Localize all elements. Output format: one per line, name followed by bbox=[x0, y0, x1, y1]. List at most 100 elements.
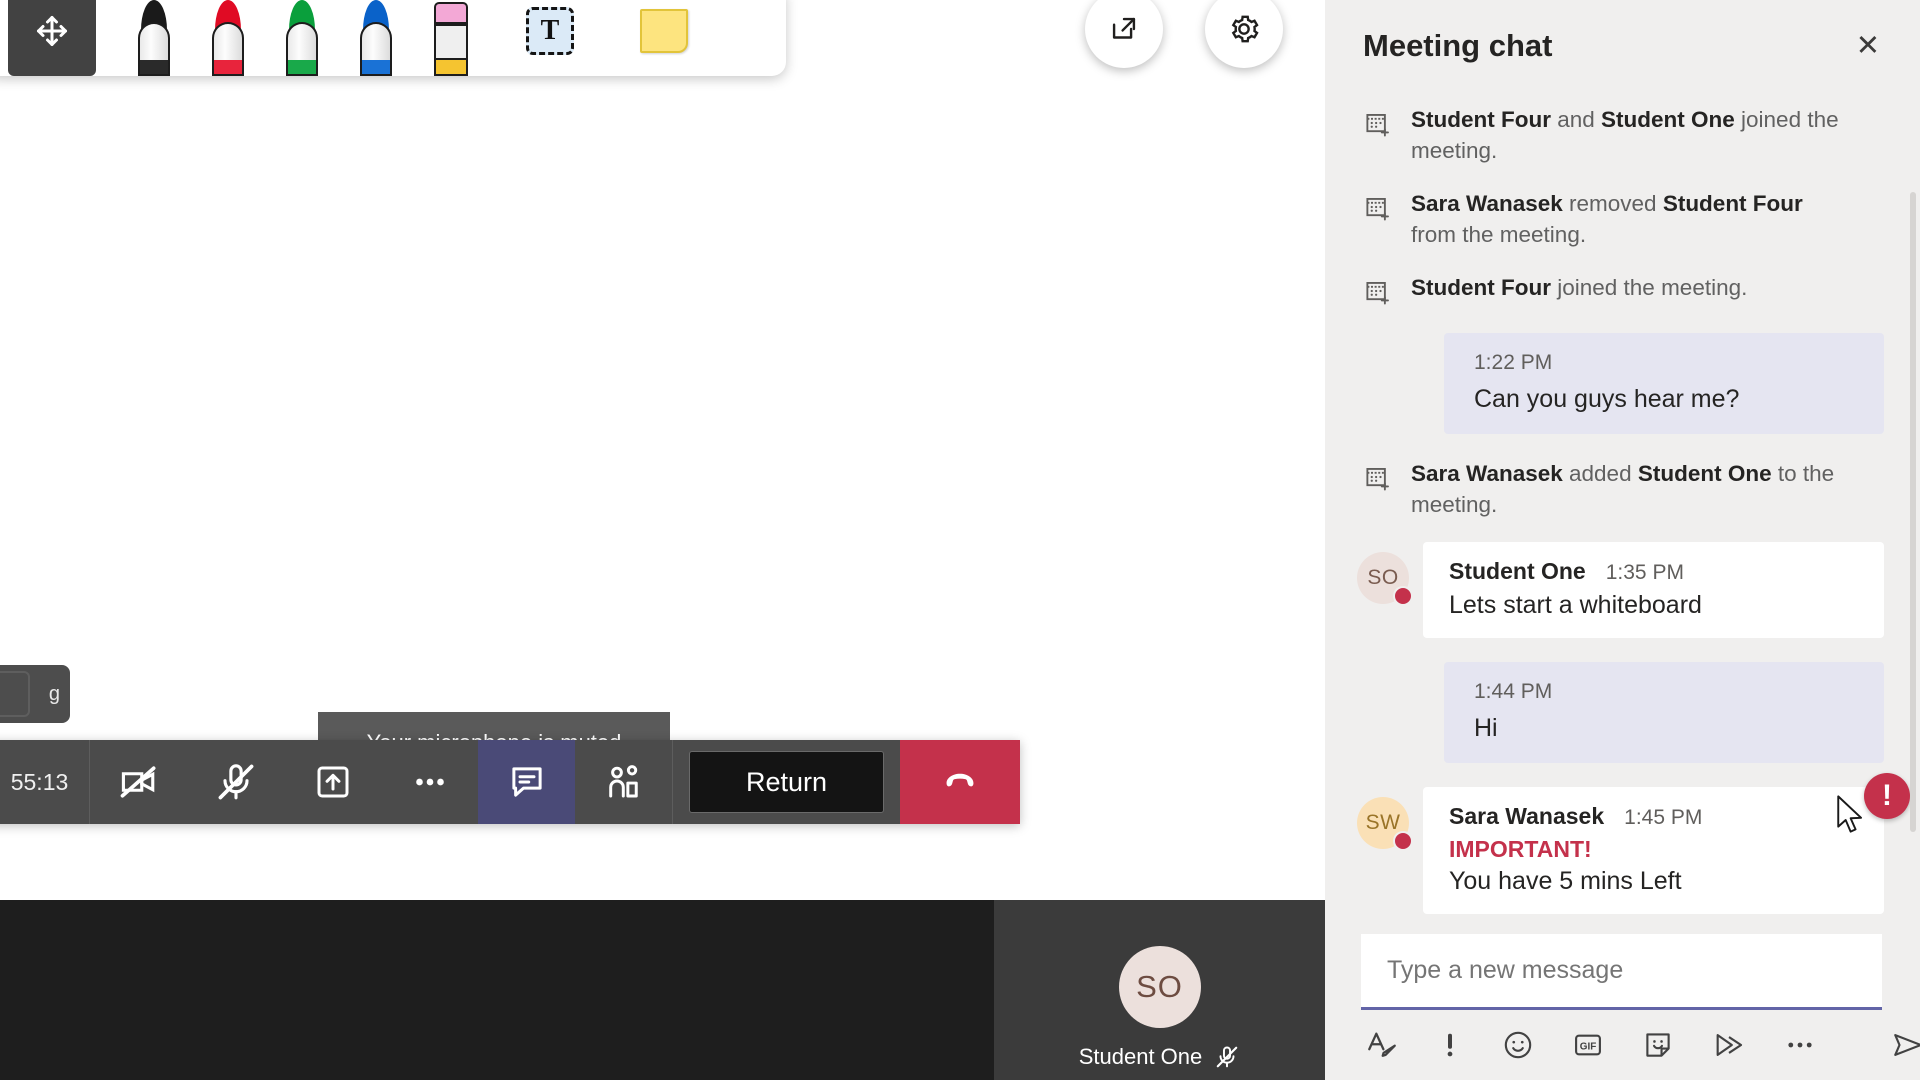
send-icon[interactable] bbox=[1889, 1028, 1920, 1062]
message-text: Can you guys hear me? bbox=[1474, 385, 1862, 414]
message-card: ! Sara Wanasek 1:45 PM IMPORTANT! You ha… bbox=[1423, 787, 1884, 914]
ellipsis-icon bbox=[409, 761, 451, 803]
format-icon[interactable] bbox=[1365, 1028, 1399, 1062]
video-empty-area bbox=[0, 900, 994, 1080]
calendar-add-icon bbox=[1363, 276, 1393, 311]
pen-green[interactable] bbox=[280, 0, 324, 76]
pen-black[interactable] bbox=[132, 0, 176, 76]
share-screen-icon bbox=[312, 761, 354, 803]
open-in-new-window-icon bbox=[1107, 12, 1141, 46]
chip-inner-border bbox=[0, 671, 30, 717]
list-item: Sara Wanasek removed Student Four from t… bbox=[1357, 188, 1884, 250]
mic-off-icon bbox=[1214, 1044, 1240, 1070]
system-message-text: Sara Wanasek added Student One to the me… bbox=[1411, 458, 1851, 520]
status-badge bbox=[1393, 831, 1413, 851]
eraser-tool[interactable] bbox=[428, 0, 474, 76]
avatar: SO bbox=[1119, 946, 1201, 1028]
mic-off-icon bbox=[214, 760, 258, 804]
status-badge bbox=[1393, 586, 1413, 606]
message-timestamp: 1:35 PM bbox=[1606, 561, 1684, 585]
people-icon bbox=[603, 761, 645, 803]
emoji-icon[interactable] bbox=[1501, 1028, 1535, 1062]
move-arrows-icon bbox=[34, 13, 70, 49]
calendar-add-icon bbox=[1363, 192, 1393, 250]
participant-tile-student-one[interactable]: SO Student One bbox=[994, 900, 1325, 1080]
message-timestamp: 1:22 PM bbox=[1474, 351, 1862, 375]
chat-message-list[interactable]: Student Four and Student One joined the … bbox=[1325, 92, 1920, 928]
composer-input-box[interactable] bbox=[1361, 934, 1882, 1010]
message-row-sara-wanasek[interactable]: SW ! Sara Wanasek 1:45 PM IMPORTANT! You… bbox=[1357, 787, 1884, 914]
hangup-phone-icon bbox=[934, 756, 986, 808]
page-title: Meeting chat bbox=[1363, 28, 1552, 64]
system-message-text: Student Four and Student One joined the … bbox=[1411, 104, 1851, 166]
chat-scrollbar[interactable] bbox=[1910, 192, 1916, 832]
chat-header: Meeting chat ✕ bbox=[1325, 0, 1920, 92]
settings-button[interactable] bbox=[1205, 0, 1283, 68]
return-button[interactable]: Return bbox=[689, 751, 884, 813]
select-move-tool[interactable] bbox=[8, 0, 96, 76]
system-message-text: Sara Wanasek removed Student Four from t… bbox=[1411, 188, 1851, 250]
sticky-note-tool[interactable] bbox=[640, 9, 688, 53]
calendar-add-icon bbox=[1363, 108, 1393, 166]
sticker-icon[interactable] bbox=[1641, 1028, 1675, 1062]
important-icon[interactable] bbox=[1435, 1028, 1465, 1062]
teams-meeting-window: T g Your microphone is muted bbox=[0, 0, 1920, 1080]
message-header: Student One 1:35 PM bbox=[1449, 558, 1862, 585]
important-icon: ! bbox=[1864, 773, 1910, 819]
camera-off-icon bbox=[117, 760, 161, 804]
praise-icon[interactable] bbox=[1711, 1028, 1747, 1062]
participant-name: Student One bbox=[1079, 1044, 1203, 1070]
message-header: Sara Wanasek 1:45 PM bbox=[1449, 803, 1862, 830]
message-card: Student One 1:35 PM Lets start a whitebo… bbox=[1423, 542, 1884, 638]
list-item: Sara Wanasek added Student One to the me… bbox=[1357, 458, 1884, 520]
message-text: Lets start a whiteboard bbox=[1449, 591, 1862, 620]
gear-icon bbox=[1226, 11, 1262, 47]
video-strip: SO Student One bbox=[0, 900, 1325, 1080]
whiteboard-toolbar: T bbox=[0, 0, 786, 76]
text-box-tool[interactable]: T bbox=[526, 7, 574, 55]
message-author: Sara Wanasek bbox=[1449, 803, 1604, 830]
important-label: IMPORTANT! bbox=[1449, 836, 1862, 863]
message-text: Hi bbox=[1474, 714, 1862, 743]
avatar-wrapper: SO bbox=[1357, 552, 1409, 604]
more-actions-button[interactable] bbox=[381, 740, 478, 824]
system-message-text: Student Four joined the meeting. bbox=[1411, 272, 1747, 311]
meeting-timer: 55:13 bbox=[0, 740, 90, 824]
show-participants-button[interactable] bbox=[575, 740, 672, 824]
chat-bubble-icon bbox=[506, 761, 548, 803]
meeting-control-bar: 55:13 bbox=[0, 740, 1020, 824]
avatar-wrapper: SW bbox=[1357, 797, 1409, 849]
presenter-name-chip: g bbox=[0, 665, 70, 723]
close-icon[interactable]: ✕ bbox=[1856, 32, 1880, 61]
show-chat-button[interactable] bbox=[478, 740, 575, 824]
whiteboard-canvas[interactable]: T g Your microphone is muted bbox=[0, 0, 1325, 900]
giphy-icon[interactable]: GIF bbox=[1571, 1028, 1605, 1062]
chip-text: g bbox=[49, 683, 60, 706]
participant-tile-footer: Student One bbox=[1079, 1044, 1241, 1070]
message-timestamp: 1:45 PM bbox=[1624, 806, 1702, 830]
list-item: Student Four joined the meeting. bbox=[1357, 272, 1884, 311]
hangup-button[interactable] bbox=[900, 740, 1020, 824]
meeting-chat-panel: Meeting chat ✕ S bbox=[1325, 0, 1920, 1080]
message-bubble-self[interactable]: 1:44 PM Hi bbox=[1444, 662, 1884, 763]
message-author: Student One bbox=[1449, 558, 1586, 585]
pen-red[interactable] bbox=[206, 0, 250, 76]
mic-toggle-button[interactable] bbox=[187, 740, 284, 824]
share-screen-button[interactable] bbox=[284, 740, 381, 824]
return-button-container: Return bbox=[672, 740, 900, 824]
message-input[interactable] bbox=[1387, 956, 1856, 985]
svg-text:GIF: GIF bbox=[1580, 1041, 1597, 1052]
message-timestamp: 1:44 PM bbox=[1474, 680, 1862, 704]
list-item: Student Four and Student One joined the … bbox=[1357, 104, 1884, 166]
calendar-add-icon bbox=[1363, 462, 1393, 520]
pen-tools-group: T bbox=[96, 0, 688, 76]
more-options-icon[interactable] bbox=[1783, 1028, 1817, 1062]
camera-toggle-button[interactable] bbox=[90, 740, 187, 824]
pen-blue[interactable] bbox=[354, 0, 398, 76]
message-text: You have 5 mins Left bbox=[1449, 867, 1862, 896]
message-bubble-self[interactable]: 1:22 PM Can you guys hear me? bbox=[1444, 333, 1884, 434]
composer-toolbar: GIF bbox=[1361, 1010, 1882, 1062]
message-composer: GIF bbox=[1325, 928, 1920, 1080]
popout-button[interactable] bbox=[1085, 0, 1163, 68]
message-row-student-one[interactable]: SO Student One 1:35 PM Lets start a whit… bbox=[1357, 542, 1884, 638]
